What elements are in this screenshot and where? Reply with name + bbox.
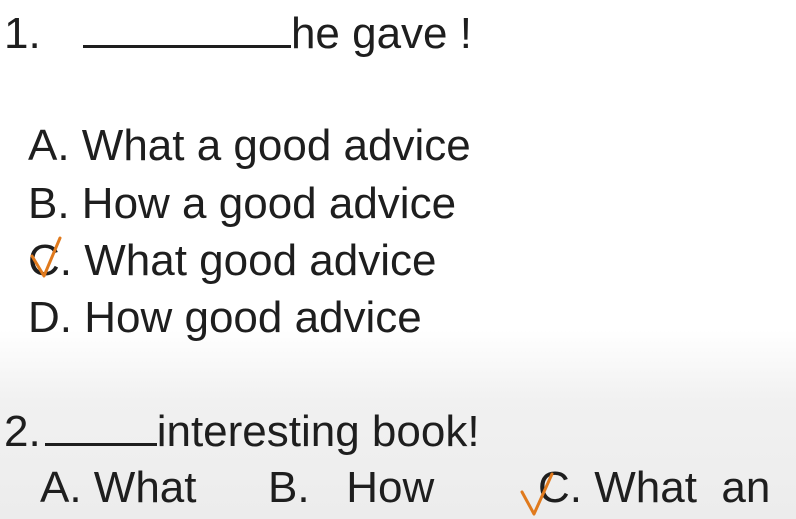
q2-option-c[interactable]: C. What an [538, 466, 770, 510]
q1-option-b[interactable]: B. How a good advice [28, 182, 456, 226]
q2-option-a[interactable]: A. What [40, 466, 197, 510]
answer-blank [44, 443, 157, 446]
question-number: 2. [4, 407, 41, 456]
q1-option-a[interactable]: A. What a good advice [28, 124, 471, 168]
option-text: . What a good advice [57, 121, 471, 170]
option-text: . How [297, 463, 435, 512]
q1-option-d[interactable]: D. How good advice [28, 296, 422, 340]
question-2-stem: 2. interesting book! [4, 410, 480, 454]
handwritten-checkmark-icon [30, 236, 62, 278]
option-letter: B [28, 179, 58, 228]
q1-option-c[interactable]: C. What good advice [28, 239, 436, 283]
q2-option-b[interactable]: B. How [268, 466, 434, 510]
question-1-stem: 1. he gave ! [4, 12, 472, 56]
option-letter: D [28, 293, 60, 342]
option-letter: A [40, 463, 70, 512]
option-text: . What [69, 463, 197, 512]
option-text: . What an [569, 463, 771, 512]
option-letter: B [268, 463, 298, 512]
option-text: . How a good advice [57, 179, 457, 228]
question-stem-text: he gave ! [290, 9, 472, 58]
option-letter: A [28, 121, 58, 170]
question-stem-text: interesting book! [156, 407, 480, 456]
option-text: . How good advice [59, 293, 422, 342]
answer-blank [82, 45, 291, 48]
handwritten-checkmark-icon [520, 472, 554, 516]
option-text: . What good advice [59, 236, 437, 285]
question-number: 1. [4, 9, 41, 58]
